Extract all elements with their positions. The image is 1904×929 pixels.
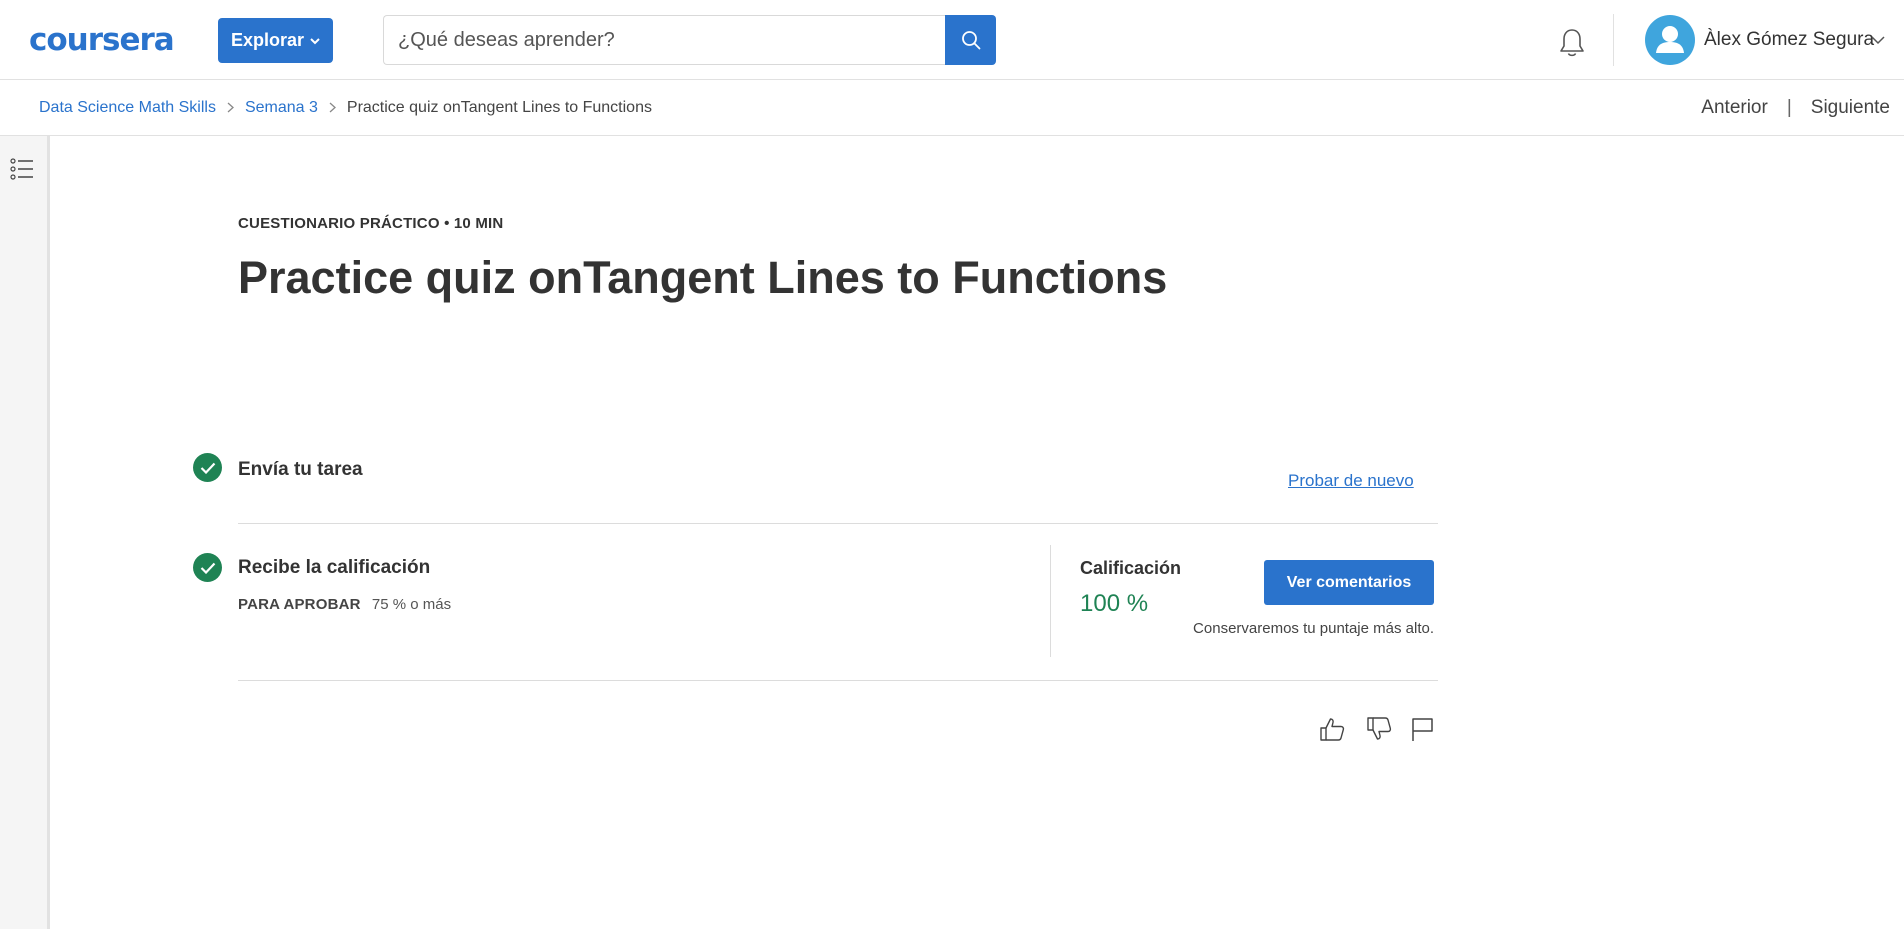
- nav-separator: |: [1786, 97, 1792, 118]
- passing-requirement: PARA APROBAR 75 % o más: [238, 596, 451, 613]
- search-field[interactable]: [383, 15, 946, 65]
- search-input[interactable]: [384, 16, 946, 64]
- item-type-label: CUESTIONARIO PRÁCTICO • 10 MIN: [238, 215, 504, 232]
- check-icon: [193, 553, 222, 582]
- previous-link[interactable]: Anterior: [1701, 97, 1768, 119]
- header-divider: [1613, 14, 1614, 66]
- submit-step-title: Envía tu tarea: [238, 459, 363, 480]
- avatar-icon[interactable]: [1645, 15, 1695, 65]
- retry-link[interactable]: Probar de nuevo: [1288, 471, 1414, 491]
- flag-icon[interactable]: [1408, 715, 1436, 743]
- chevron-right-icon: [329, 98, 336, 118]
- search-icon: [961, 31, 980, 50]
- chevron-right-icon: [227, 98, 234, 118]
- next-link[interactable]: Siguiente: [1811, 97, 1890, 119]
- grade-value: 100 %: [1080, 590, 1149, 617]
- search-button[interactable]: [945, 15, 996, 65]
- bell-icon[interactable]: [1557, 27, 1587, 59]
- breadcrumb-bar: Data Science Math Skills Semana 3 Practi…: [0, 80, 1904, 136]
- breadcrumb: Data Science Math Skills Semana 3 Practi…: [39, 98, 652, 118]
- coursera-logo[interactable]: coursera: [29, 22, 175, 58]
- explore-button-label: Explorar: [230, 30, 305, 50]
- view-feedback-button[interactable]: Ver comentarios: [1264, 560, 1434, 605]
- pass-label: PARA APROBAR: [238, 596, 361, 613]
- check-icon: [193, 453, 222, 482]
- divider: [238, 523, 1438, 524]
- page-title: Practice quiz onTangent Lines to Functio…: [238, 252, 1168, 303]
- divider: [238, 680, 1438, 681]
- top-navigation-bar: coursera Explorar Àlex Gómez Segura: [0, 0, 1904, 80]
- pass-value: 75 % o más: [371, 596, 452, 613]
- chevron-down-icon: [310, 34, 320, 48]
- course-outline-rail: [0, 136, 50, 929]
- breadcrumb-week[interactable]: Semana 3: [245, 98, 318, 118]
- thumbs-down-icon[interactable]: [1365, 715, 1393, 743]
- grade-step-title: Recibe la calificación: [238, 557, 431, 578]
- chevron-down-icon[interactable]: [1871, 33, 1885, 47]
- breadcrumb-current: Practice quiz onTangent Lines to Functio…: [346, 99, 652, 116]
- thumbs-up-icon[interactable]: [1318, 715, 1346, 743]
- highest-score-note: Conservaremos tu puntaje más alto.: [1193, 620, 1434, 637]
- grade-label: Calificación: [1080, 558, 1182, 578]
- prev-next-navigation: Anterior | Siguiente: [1701, 97, 1890, 119]
- explore-button[interactable]: Explorar: [218, 18, 333, 63]
- user-name[interactable]: Àlex Gómez Segura: [1704, 28, 1874, 52]
- breadcrumb-course[interactable]: Data Science Math Skills: [39, 98, 216, 118]
- list-icon[interactable]: [10, 158, 34, 180]
- vertical-divider: [1050, 545, 1051, 657]
